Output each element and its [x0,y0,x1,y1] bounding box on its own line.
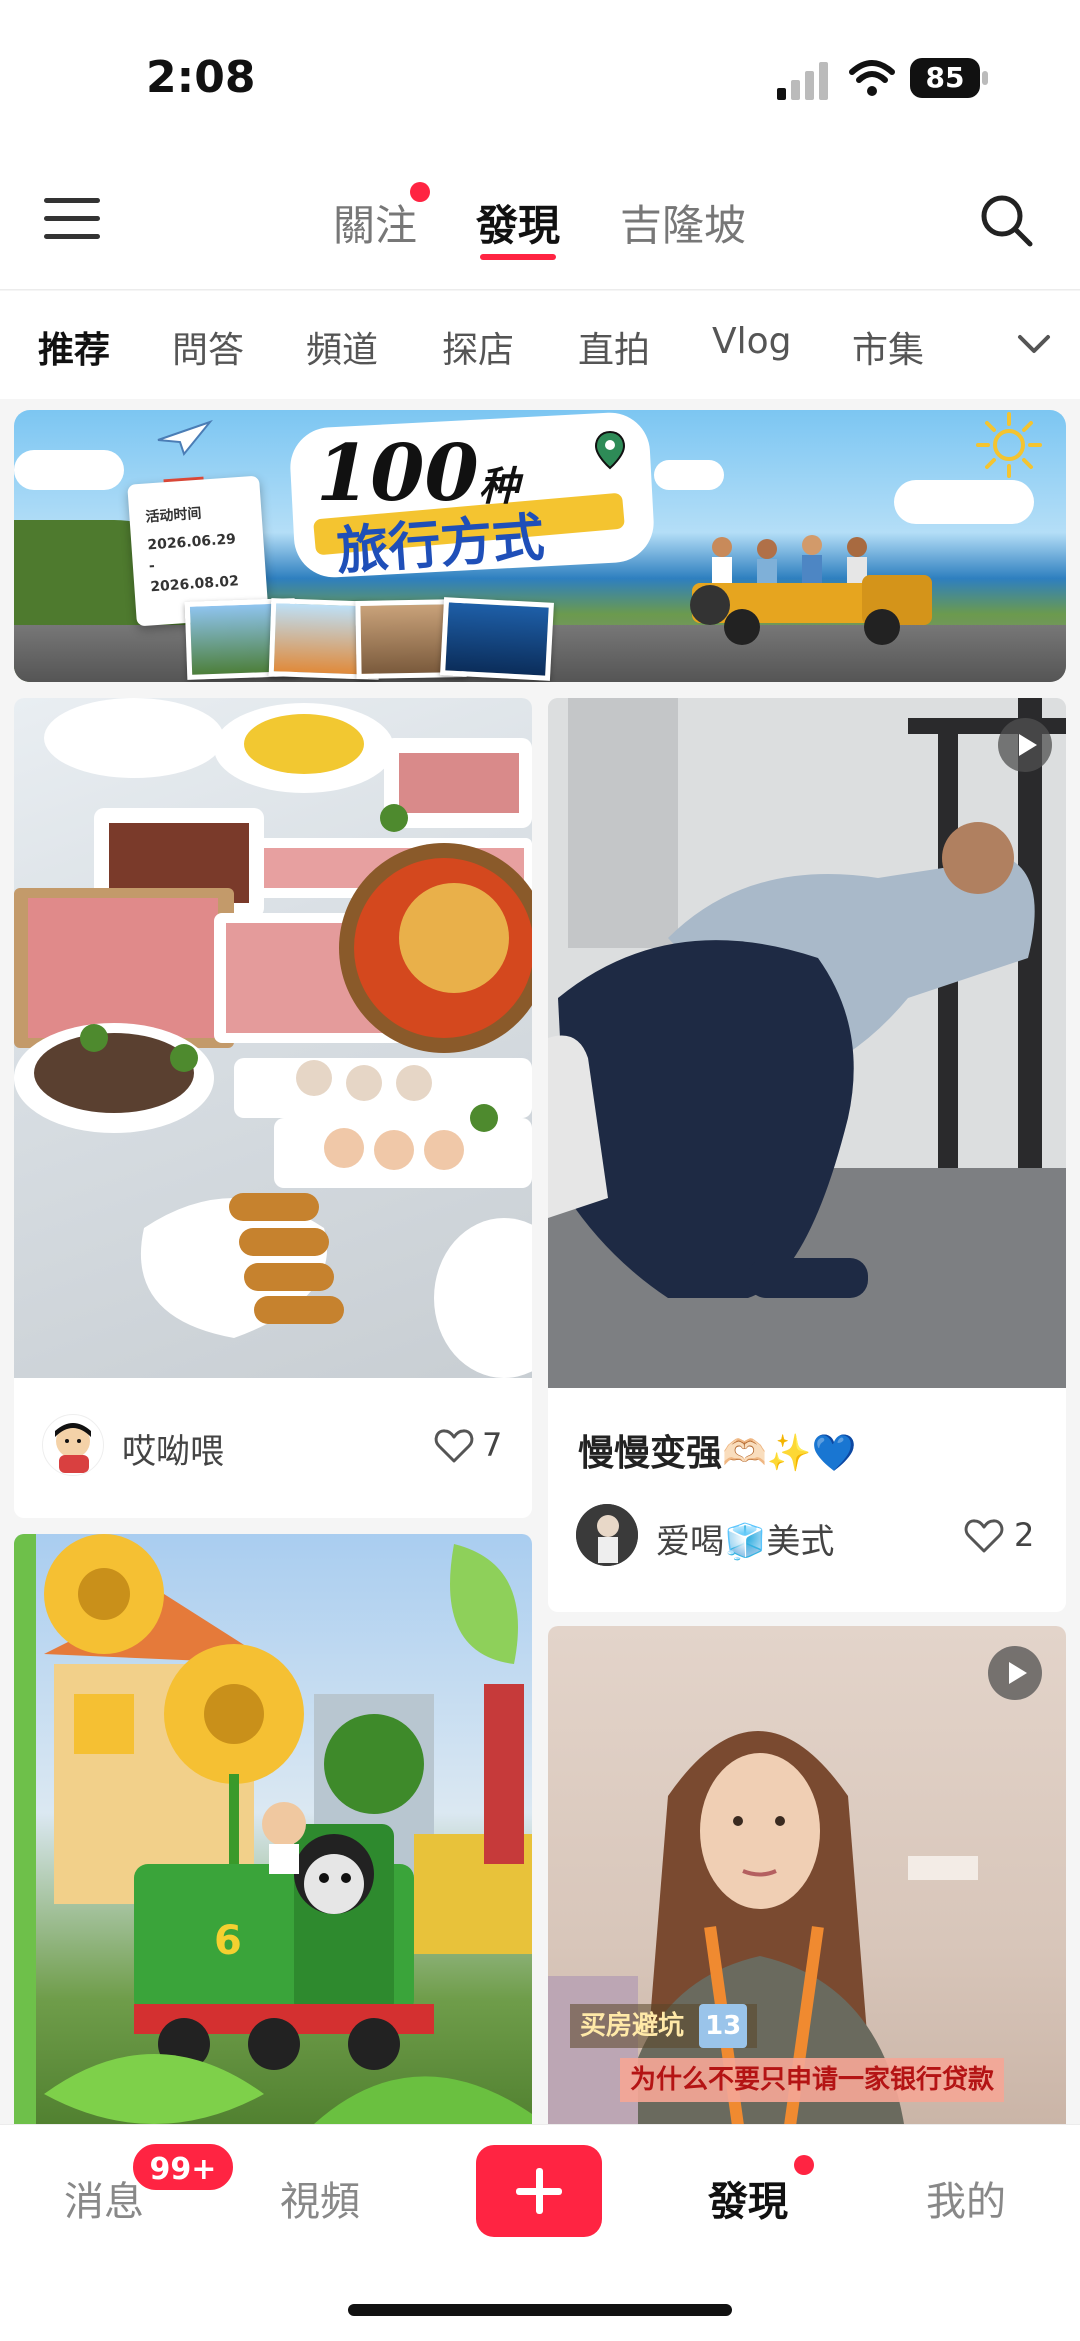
status-time: 2:08 [146,52,256,103]
wifi-icon [849,60,895,96]
like-count: 2 [1014,1516,1035,1554]
video-play-icon [988,1646,1042,1700]
tab-follow[interactable]: 關注 [333,192,417,253]
author-name[interactable]: 爱喝🧊美式 [656,1514,834,1563]
category-bar: 推荐 問答 頻道 探店 直拍 Vlog 市集 [0,291,1080,399]
category-qa[interactable]: 問答 [172,321,244,373]
search-icon[interactable] [978,192,1034,248]
card-image [548,698,1066,1388]
battery-icon: 85 [910,58,988,98]
banner-subtitle: 旅行方式 [334,507,547,583]
heart-icon[interactable] [964,1518,1004,1554]
tab-me[interactable]: 我的 [926,2169,1006,2227]
banner-thumb [440,597,554,681]
promo-banner[interactable]: 活动时间 2026.06.29 - 2026.08.02 100种 旅行方式 [14,410,1066,682]
avatar[interactable] [576,1504,638,1566]
card-author-row: 哎呦喂 7 [14,1414,532,1478]
like-count: 7 [482,1426,503,1464]
feed-card[interactable]: 6 [14,1534,532,2154]
category-recommend[interactable]: 推荐 [38,321,110,373]
top-nav: 關注 發現 吉隆坡 [0,150,1080,290]
battery-level: 85 [910,58,980,98]
avatar[interactable] [42,1414,104,1476]
active-tab-indicator [480,254,556,260]
messages-badge: 99+ [130,2141,236,2193]
jeep-illustration [690,535,932,645]
card-image [14,698,532,1378]
category-market[interactable]: 市集 [852,321,924,373]
tab-discover[interactable]: 發現 [476,192,560,253]
author-name[interactable]: 哎呦喂 [122,1424,224,1473]
card-title: 慢慢变强🫶🏻✨💙 [578,1433,857,1474]
video-caption-text: 为什么不要只申请一家银行贷款 [620,2058,1005,2102]
svg-text:6: 6 [214,1918,242,1964]
video-play-icon [998,718,1052,772]
publish-button[interactable] [476,2145,602,2237]
tab-discover-bottom[interactable]: 發現 [708,2169,788,2227]
chevron-down-icon[interactable] [1014,327,1054,359]
paper-plane-icon [157,419,213,457]
feed-card[interactable]: 慢慢变强🫶🏻✨💙 爱喝🧊美式 2 [548,698,1066,1612]
category-channel[interactable]: 頻道 [306,321,378,373]
cellular-signal-icon [777,62,828,100]
feed-card[interactable]: 哎呦喂 7 [14,698,532,1518]
card-image: 6 [14,1534,532,2154]
sun-icon [976,412,1042,478]
category-live-shoot[interactable]: 直拍 [578,321,650,373]
category-vlog[interactable]: Vlog [712,321,792,362]
notification-dot [794,2155,814,2175]
home-indicator [348,2304,732,2316]
feed-card[interactable]: 买房避坑 13 为什么不要只申请一家银行贷款 [548,1626,1066,2154]
notification-dot [410,182,430,202]
status-bar: 2:08 85 [0,0,1080,150]
location-pin-icon [594,430,626,470]
category-explore-shop[interactable]: 探店 [442,321,514,373]
tab-kuala-lumpur[interactable]: 吉隆坡 [620,192,746,253]
video-caption-tag: 买房避坑 13 [570,2004,758,2048]
heart-icon[interactable] [434,1428,474,1464]
card-author-row: 爱喝🧊美式 2 [548,1504,1066,1568]
menu-icon[interactable] [44,194,100,242]
tab-videos[interactable]: 視頻 [280,2169,360,2227]
